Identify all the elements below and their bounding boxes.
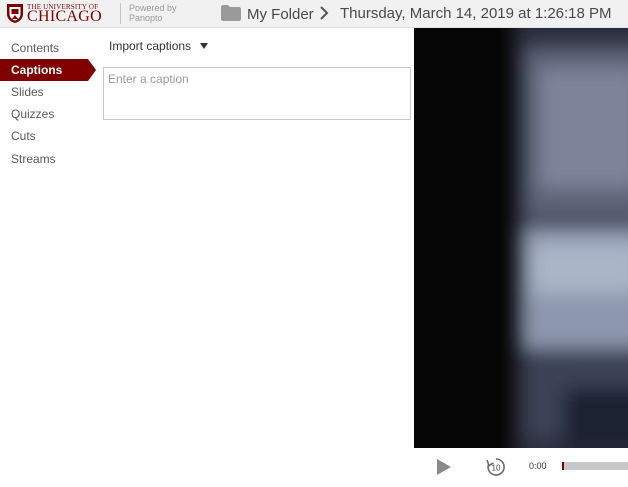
rewind-10-label: 10 [492, 464, 501, 473]
caret-down-icon[interactable] [200, 43, 208, 49]
sidebar-item-quizzes[interactable]: Quizzes [0, 103, 96, 125]
sidebar-item-contents[interactable]: Contents [0, 37, 96, 59]
powered-by-text: Powered by Panopto [129, 3, 177, 23]
folder-breadcrumb-link[interactable]: My Folder [247, 6, 314, 23]
play-icon[interactable] [436, 458, 452, 476]
scrub-bar[interactable] [562, 462, 628, 470]
rewind-10-icon: 10 [486, 458, 505, 476]
panopto-line: Panopto [129, 13, 163, 23]
university-logo[interactable]: THE UNIVERSITY OF CHICAGO [6, 2, 114, 26]
player-controls: 10 0:00 [414, 448, 628, 487]
session-title: Thursday, March 14, 2019 at 1:26:18 PM [340, 5, 612, 22]
import-captions-button[interactable]: Import captions [109, 39, 191, 55]
scrub-progress [562, 462, 564, 470]
current-time: 0:00 [529, 461, 547, 471]
editor-sidebar: Contents Captions Slides Quizzes Cuts St… [0, 28, 100, 487]
sidebar-item-captions[interactable]: Captions [0, 59, 96, 81]
chevron-right-icon [320, 6, 329, 20]
powered-by-line: Powered by [129, 3, 177, 13]
sidebar-item-cuts[interactable]: Cuts [0, 125, 96, 147]
university-shield-icon [7, 4, 23, 23]
rewind-10-button[interactable]: 10 [485, 456, 507, 478]
header-divider [120, 3, 121, 24]
video-frame-image [414, 28, 628, 448]
folder-icon [221, 5, 241, 21]
caption-input[interactable] [103, 67, 411, 120]
logo-main-text: CHICAGO [27, 8, 102, 25]
sidebar-item-streams[interactable]: Streams [0, 148, 96, 170]
top-header: THE UNIVERSITY OF CHICAGO Powered by Pan… [0, 0, 628, 28]
sidebar-item-slides[interactable]: Slides [0, 81, 96, 103]
video-preview[interactable] [414, 28, 628, 448]
